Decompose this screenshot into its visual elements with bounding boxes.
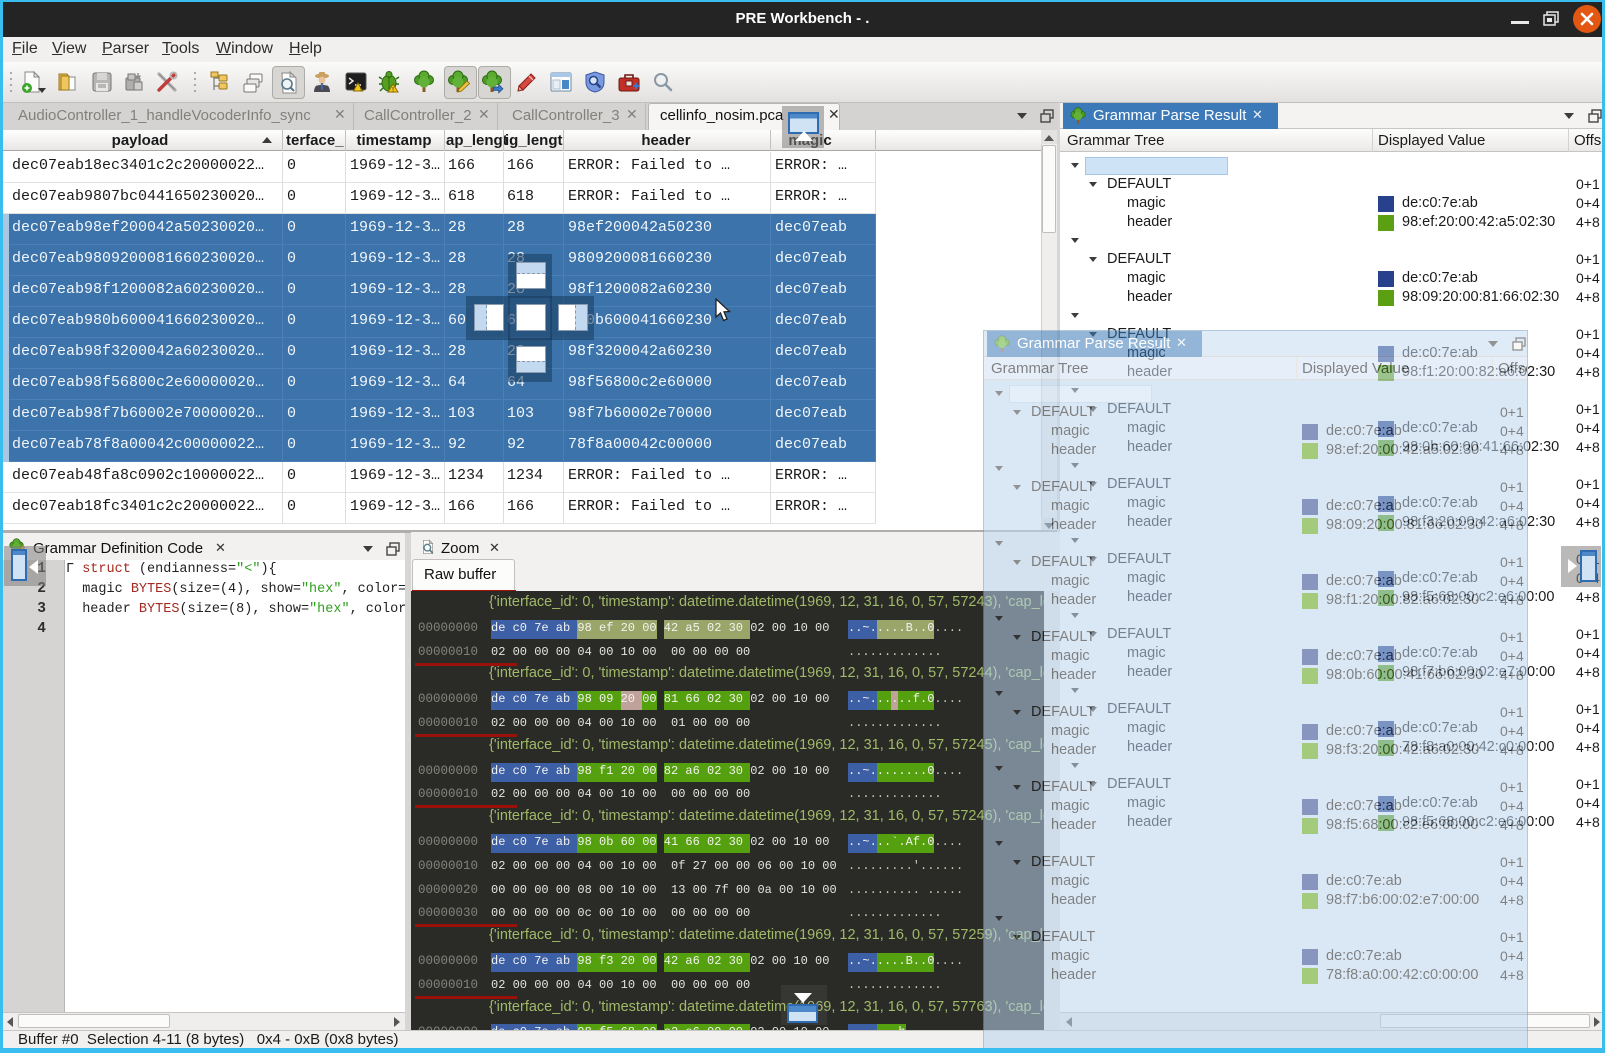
svg-text:!: !: [392, 87, 394, 94]
